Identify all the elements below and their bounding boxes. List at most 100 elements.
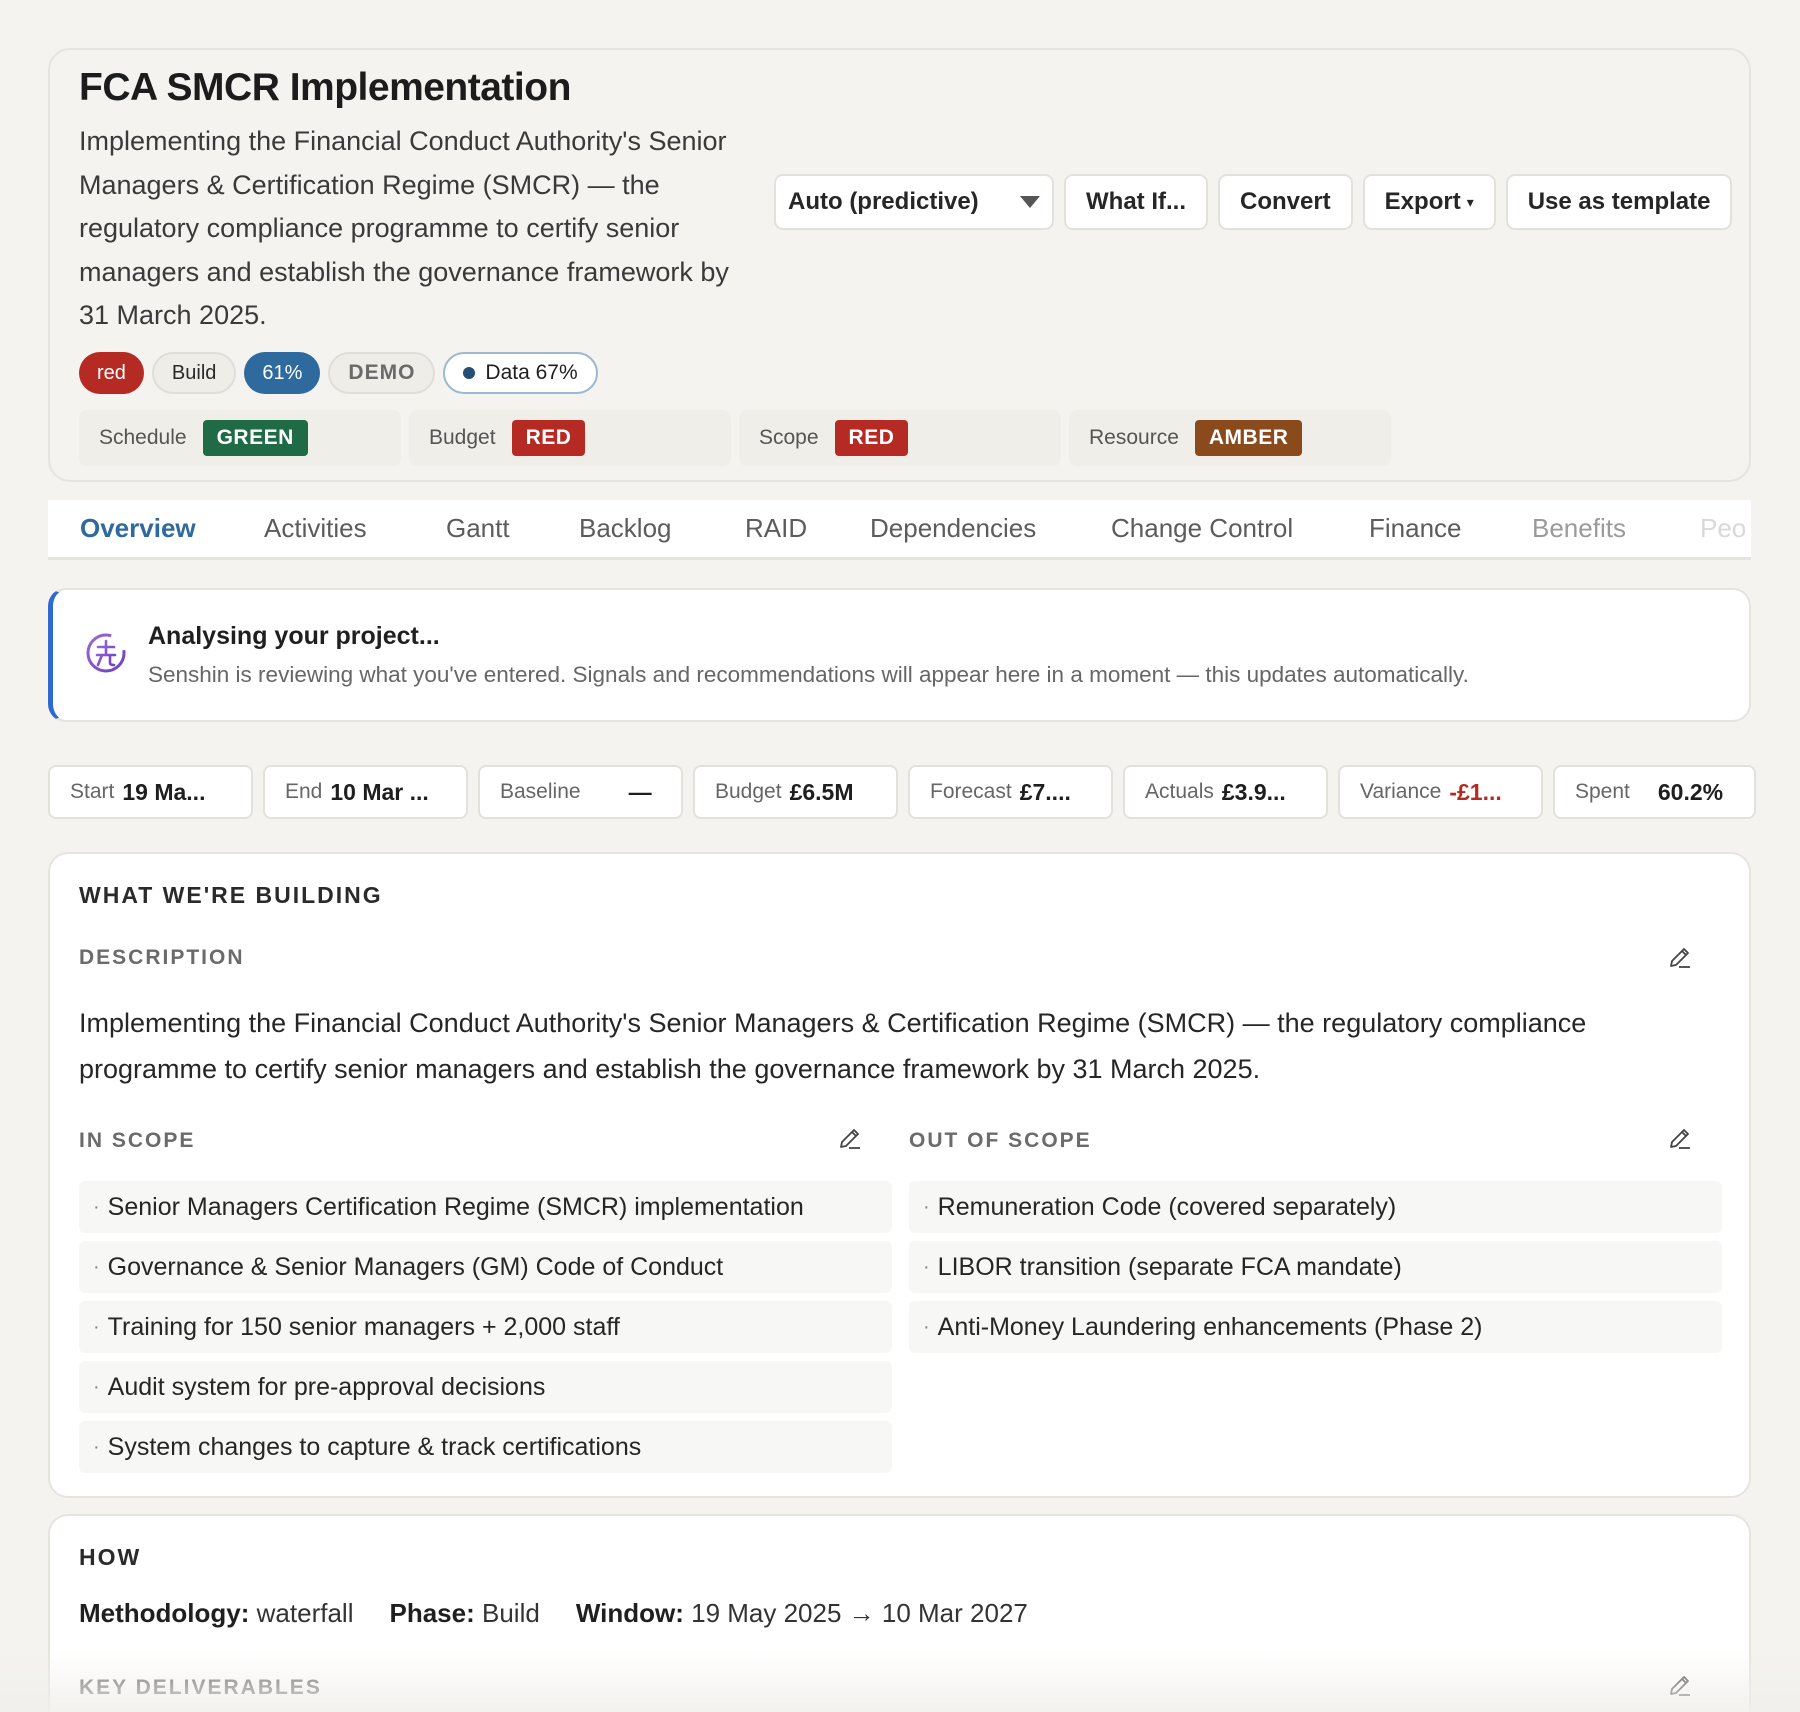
section-heading: WHAT WE'RE BUILDING: [79, 882, 383, 908]
how-summary: Methodology: waterfall Phase: Build Wind…: [79, 1598, 1028, 1629]
metric-actuals: Actuals £3.9...: [1123, 765, 1328, 819]
metric-value: 19 Ma...: [122, 778, 206, 805]
metric-label: Variance: [1360, 780, 1442, 803]
phase-badge: Build: [151, 352, 237, 394]
rag-badge: GREEN: [202, 420, 308, 456]
chevron-down-icon: [1020, 196, 1040, 208]
list-item: · Remuneration Code (covered separately): [909, 1181, 1722, 1233]
data-quality-badge[interactable]: Data 67%: [443, 352, 598, 394]
project-title: FCA SMCR Implementation: [79, 66, 571, 109]
rag-badge: AMBER: [1194, 420, 1303, 456]
rag-label: Schedule: [99, 426, 187, 449]
demo-badge: DEMO: [328, 352, 436, 394]
metric-budget: Budget £6.5M: [693, 765, 898, 819]
use-as-template-button[interactable]: Use as template: [1505, 174, 1733, 230]
what-if-button[interactable]: What If...: [1064, 174, 1208, 230]
rag-resource: Resource AMBER: [1069, 410, 1391, 466]
list-item: · System changes to capture & track certi…: [79, 1421, 892, 1473]
how-section: HOW Methodology: waterfall Phase: Build …: [48, 1514, 1751, 1712]
metric-spent: Spent 60.2%: [1553, 765, 1756, 819]
metrics-strip: Start 19 Ma... End 10 Mar ... Baseline —…: [48, 765, 1756, 819]
metric-baseline: Baseline —: [478, 765, 683, 819]
metric-label: Forecast: [930, 780, 1012, 803]
rag-label: Budget: [429, 426, 496, 449]
metric-label: End: [285, 780, 323, 803]
metric-value: -£1...: [1449, 778, 1502, 805]
metric-variance: Variance -£1...: [1338, 765, 1543, 819]
out-of-scope-list: · Remuneration Code (covered separately) …: [909, 1181, 1722, 1353]
rag-status-row: Schedule GREEN Budget RED Scope RED Reso…: [79, 410, 1391, 466]
convert-button[interactable]: Convert: [1217, 174, 1353, 230]
list-item: · Senior Managers Certification Regime (S…: [79, 1181, 892, 1233]
metric-label: Baseline: [500, 780, 581, 803]
list-item: · Training for 150 senior managers + 2,00…: [79, 1301, 892, 1353]
tab-backlog[interactable]: Backlog: [579, 513, 672, 544]
caret-down-icon: ▾: [1466, 193, 1474, 210]
tab-benefits[interactable]: Benefits: [1532, 513, 1626, 544]
export-label: Export: [1384, 188, 1461, 215]
status-badge: red: [79, 352, 144, 394]
project-description: Implementing the Financial Conduct Autho…: [79, 126, 729, 330]
metric-value: —: [628, 778, 652, 805]
metric-label: Budget: [715, 780, 782, 803]
metric-value: £7....: [1019, 778, 1071, 805]
key-deliverables-heading: KEY DELIVERABLES: [79, 1676, 322, 1699]
list-item: · Audit system for pre-approval decisions: [79, 1361, 892, 1413]
project-header: FCA SMCR Implementation Implementing the…: [48, 48, 1751, 482]
rag-label: Resource: [1089, 426, 1179, 449]
description-heading: DESCRIPTION: [79, 946, 245, 969]
phase-field: Phase: Build: [389, 1598, 540, 1628]
tab-overview[interactable]: Overview: [80, 513, 196, 544]
ai-analysis-banner: Analysing your project... Senshin is rev…: [48, 588, 1751, 722]
metric-end: End 10 Mar ...: [263, 765, 468, 819]
export-button[interactable]: Export ▾: [1362, 174, 1496, 230]
what-we-are-building-section: WHAT WE'RE BUILDING DESCRIPTION Implemen…: [48, 852, 1751, 1498]
tab-gantt[interactable]: Gantt: [446, 513, 510, 544]
tab-people[interactable]: Peo: [1700, 513, 1746, 544]
window-field: Window: 19 May 2025 → 10 Mar 2027: [575, 1598, 1028, 1628]
metric-forecast: Forecast £7....: [908, 765, 1113, 819]
out-of-scope-heading: OUT OF SCOPE: [909, 1129, 1092, 1152]
metric-label: Start: [70, 780, 115, 803]
progress-badge: 61%: [244, 352, 321, 394]
tab-bar: Overview Activities Gantt Backlog RAID D…: [48, 500, 1751, 560]
header-toolbar: Auto (predictive) What If... Convert Exp…: [774, 174, 1733, 230]
section-heading: HOW: [79, 1544, 142, 1570]
list-item: · Governance & Senior Managers (GM) Code …: [79, 1241, 892, 1293]
tab-change-control[interactable]: Change Control: [1111, 513, 1293, 544]
tab-activities[interactable]: Activities: [264, 513, 367, 544]
in-scope-heading: IN SCOPE: [79, 1129, 196, 1152]
metric-label: Spent: [1575, 780, 1630, 803]
status-pills: red Build 61% DEMO Data 67%: [79, 352, 598, 394]
metric-value: 60.2%: [1657, 778, 1724, 805]
tab-dependencies[interactable]: Dependencies: [870, 513, 1036, 544]
metric-value: £6.5M: [789, 778, 854, 805]
rag-label: Scope: [759, 426, 819, 449]
rag-schedule: Schedule GREEN: [79, 410, 401, 466]
mode-select[interactable]: Auto (predictive): [774, 174, 1054, 230]
rag-badge: RED: [834, 420, 909, 456]
pencil-icon[interactable]: [1667, 1672, 1693, 1698]
mode-select-value: Auto (predictive): [788, 188, 979, 215]
tab-raid[interactable]: RAID: [745, 513, 807, 544]
tab-finance[interactable]: Finance: [1369, 513, 1462, 544]
description-text: Implementing the Financial Conduct Autho…: [79, 1008, 1587, 1084]
in-scope-list: · Senior Managers Certification Regime (S…: [79, 1181, 892, 1473]
banner-title: Analysing your project...: [148, 622, 440, 650]
list-item: · Anti-Money Laundering enhancements (Pha…: [909, 1301, 1722, 1353]
metric-value: £3.9...: [1221, 778, 1286, 805]
pencil-icon[interactable]: [1667, 944, 1693, 970]
data-quality-label: Data 67%: [485, 361, 578, 384]
metric-start: Start 19 Ma...: [48, 765, 253, 819]
list-item: · LIBOR transition (separate FCA mandate): [909, 1241, 1722, 1293]
banner-text: Senshin is reviewing what you've entered…: [148, 662, 1469, 687]
dot-icon: [463, 367, 476, 379]
pencil-icon[interactable]: [1667, 1125, 1693, 1151]
rag-scope: Scope RED: [739, 410, 1061, 466]
metric-label: Actuals: [1145, 780, 1214, 803]
metric-value: 10 Mar ...: [330, 778, 429, 805]
pencil-icon[interactable]: [837, 1125, 863, 1151]
methodology-field: Methodology: waterfall: [79, 1598, 354, 1628]
senshin-logo-icon: [84, 631, 128, 675]
rag-badge: RED: [511, 420, 586, 456]
